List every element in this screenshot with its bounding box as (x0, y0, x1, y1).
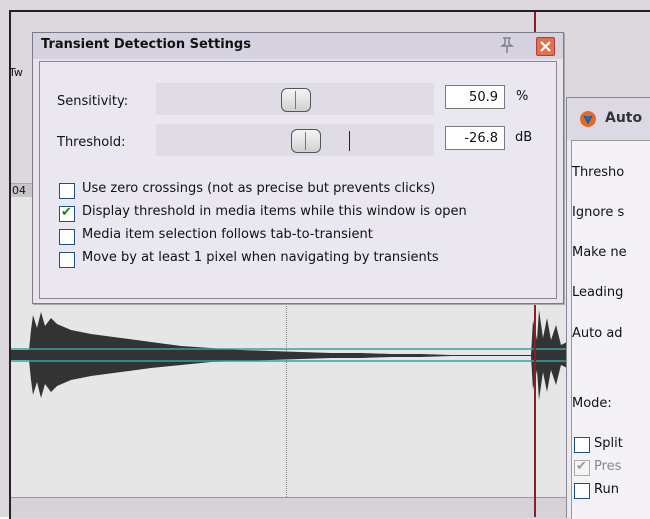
zero-crossings-label: Use zero crossings (not as precise but p… (82, 181, 436, 196)
right-dialog-titlebar[interactable]: Auto (567, 98, 650, 140)
sensitivity-slider-thumb[interactable] (281, 88, 311, 112)
mode-label: Mode: (572, 396, 612, 411)
ruler-number: 04 (12, 184, 26, 197)
preserve-checkbox[interactable] (574, 459, 590, 476)
sensitivity-slider[interactable] (156, 83, 434, 115)
ignore-row-label: Ignore s (572, 205, 625, 220)
close-button[interactable] (536, 37, 555, 56)
threshold-slider-thumb[interactable] (291, 129, 321, 153)
dialog-body: Sensitivity: 50.9 % Threshold: -26.8 dB … (39, 61, 557, 299)
right-dialog-title: Auto (605, 110, 643, 126)
threshold-value-field[interactable]: -26.8 (445, 126, 505, 150)
threshold-label: Threshold: (57, 135, 126, 150)
reaper-logo-icon (580, 111, 596, 127)
close-icon (540, 41, 551, 52)
track-tab-label: Tw (9, 66, 23, 79)
threshold-unit: dB (515, 130, 533, 145)
pin-icon[interactable] (499, 36, 515, 54)
dialog-title: Transient Detection Settings (41, 37, 251, 52)
sensitivity-label: Sensitivity: (57, 94, 129, 109)
run-checkbox[interactable] (574, 483, 590, 499)
display-threshold-label: Display threshold in media items while t… (82, 204, 467, 219)
right-dialog-body: Thresho Ignore s Make ne Leading Auto ad… (571, 140, 650, 519)
split-checkbox-label: Split (594, 436, 623, 451)
move-one-pixel-label: Move by at least 1 pixel when navigating… (82, 250, 439, 265)
sensitivity-value-field[interactable]: 50.9 (445, 85, 505, 109)
make-new-row-label: Make ne (572, 245, 627, 260)
sensitivity-unit: % (516, 89, 529, 104)
threshold-slider[interactable] (156, 124, 434, 156)
selection-follows-label: Media item selection follows tab-to-tran… (82, 227, 373, 242)
zero-crossings-checkbox[interactable] (59, 183, 75, 199)
preserve-checkbox-label: Pres (594, 459, 622, 474)
selection-follows-checkbox[interactable] (59, 229, 75, 245)
auto-trim-split-dialog: Auto Thresho Ignore s Make ne Leading Au… (566, 97, 650, 519)
waveform-shape (11, 310, 571, 400)
run-checkbox-label: Run (594, 482, 619, 497)
auto-adjust-row-label: Auto ad (572, 326, 623, 341)
transient-detection-settings-dialog: Transient Detection Settings Sensitivity… (32, 32, 564, 304)
track-bottom-bar (11, 497, 571, 518)
threshold-row-label: Thresho (572, 165, 625, 180)
dialog-titlebar[interactable]: Transient Detection Settings (33, 33, 563, 59)
leading-row-label: Leading (572, 285, 624, 300)
threshold-marker (349, 131, 350, 151)
waveform (11, 310, 571, 400)
display-threshold-checkbox[interactable] (59, 205, 75, 222)
split-checkbox[interactable] (574, 437, 590, 453)
move-one-pixel-checkbox[interactable] (59, 252, 75, 268)
